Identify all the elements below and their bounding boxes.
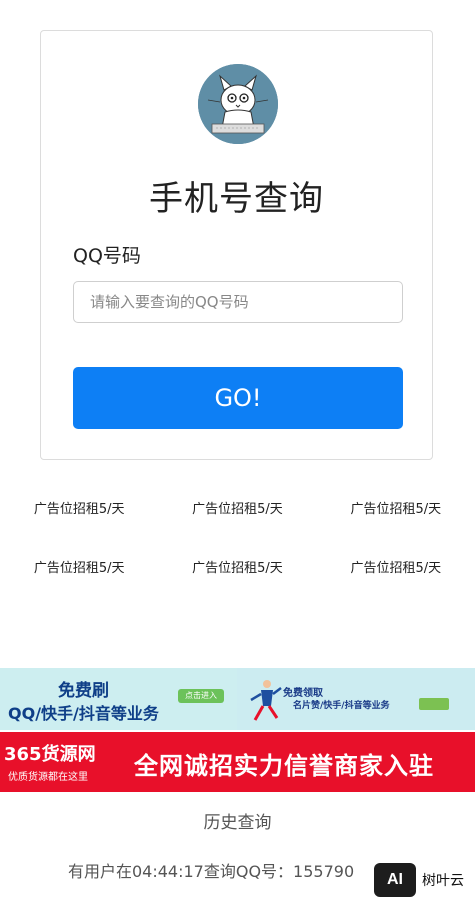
ad-slot[interactable]: 广告位招租5/天 [162, 500, 312, 559]
cat-icon [198, 64, 278, 144]
history-title: 历史查询 [203, 813, 272, 833]
ad-slot[interactable]: 广告位招租5/天 [321, 559, 471, 618]
promo-right-tag [419, 698, 449, 710]
banner-tagline: 优质货源都在这里 [8, 772, 88, 783]
watermark-text: 树叶云 [422, 873, 464, 889]
banner-slogan: 全网诚招实力信誉商家入驻 [134, 752, 434, 780]
go-button[interactable]: GO! [73, 367, 403, 429]
promo-right-subtitle: 名片赞/快手/抖音等业务 [293, 701, 390, 711]
promo-banner-left[interactable]: 免费刷 QQ/快手/抖音等业务 点击进入 [0, 668, 237, 730]
history-entry: 有用户在04:44:17查询QQ号：155790 [68, 862, 355, 881]
ad-slot[interactable]: 广告位招租5/天 [4, 559, 154, 618]
promo-banner-right[interactable]: 免费领取 名片赞/快手/抖音等业务 [237, 668, 475, 730]
ad-slot[interactable]: 广告位招租5/天 [321, 500, 471, 559]
page-title: 手机号查询 [149, 179, 324, 219]
promo-right-title: 免费领取 [283, 688, 323, 699]
banner-brand: 365货源网 [4, 744, 96, 765]
running-person-icon [250, 680, 282, 721]
qq-field-label: QQ号码 [73, 245, 141, 267]
qq-input[interactable] [73, 281, 403, 323]
ad-row: 广告位招租5/天 广告位招租5/天 广告位招租5/天 [0, 500, 475, 559]
promo-left-subtitle: QQ/快手/抖音等业务 [8, 704, 159, 723]
watermark: AI 树叶云 [374, 860, 472, 900]
promo-banner-top[interactable]: 免费刷 QQ/快手/抖音等业务 点击进入 免费领取 名片赞/快手/抖音等业务 [0, 668, 475, 730]
promo-banner-bottom[interactable]: 365货源网 优质货源都在这里 全网诚招实力信誉商家入驻 [0, 732, 475, 792]
ad-slot[interactable]: 广告位招租5/天 [162, 559, 312, 618]
ad-row: 广告位招租5/天 广告位招租5/天 广告位招租5/天 [0, 559, 475, 618]
promo-left-title: 免费刷 [58, 681, 109, 701]
ad-grid: 广告位招租5/天 广告位招租5/天 广告位招租5/天 广告位招租5/天 广告位招… [0, 500, 475, 618]
watermark-logo: AI [374, 863, 416, 897]
cat-avatar [198, 64, 278, 144]
query-card: 手机号查询 QQ号码 GO! [40, 30, 433, 460]
ad-slot[interactable]: 广告位招租5/天 [4, 500, 154, 559]
promo-enter-button[interactable]: 点击进入 [178, 689, 224, 703]
